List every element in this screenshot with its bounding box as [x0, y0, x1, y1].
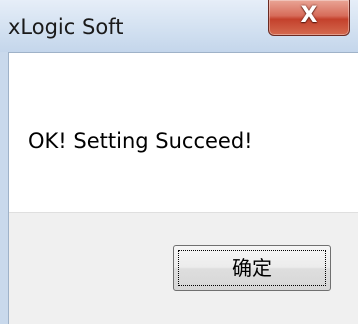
- message-dialog-window: xLogic Soft X OK! Setting Succeed! 确定: [0, 0, 358, 324]
- dialog-message: OK! Setting Succeed!: [28, 129, 253, 153]
- ok-button[interactable]: 确定: [173, 245, 331, 291]
- close-icon: X: [300, 3, 318, 28]
- window-title: xLogic Soft: [8, 15, 124, 39]
- ok-button-label: 确定: [232, 256, 272, 280]
- close-button[interactable]: X: [268, 0, 350, 36]
- title-bar[interactable]: xLogic Soft X: [0, 0, 358, 52]
